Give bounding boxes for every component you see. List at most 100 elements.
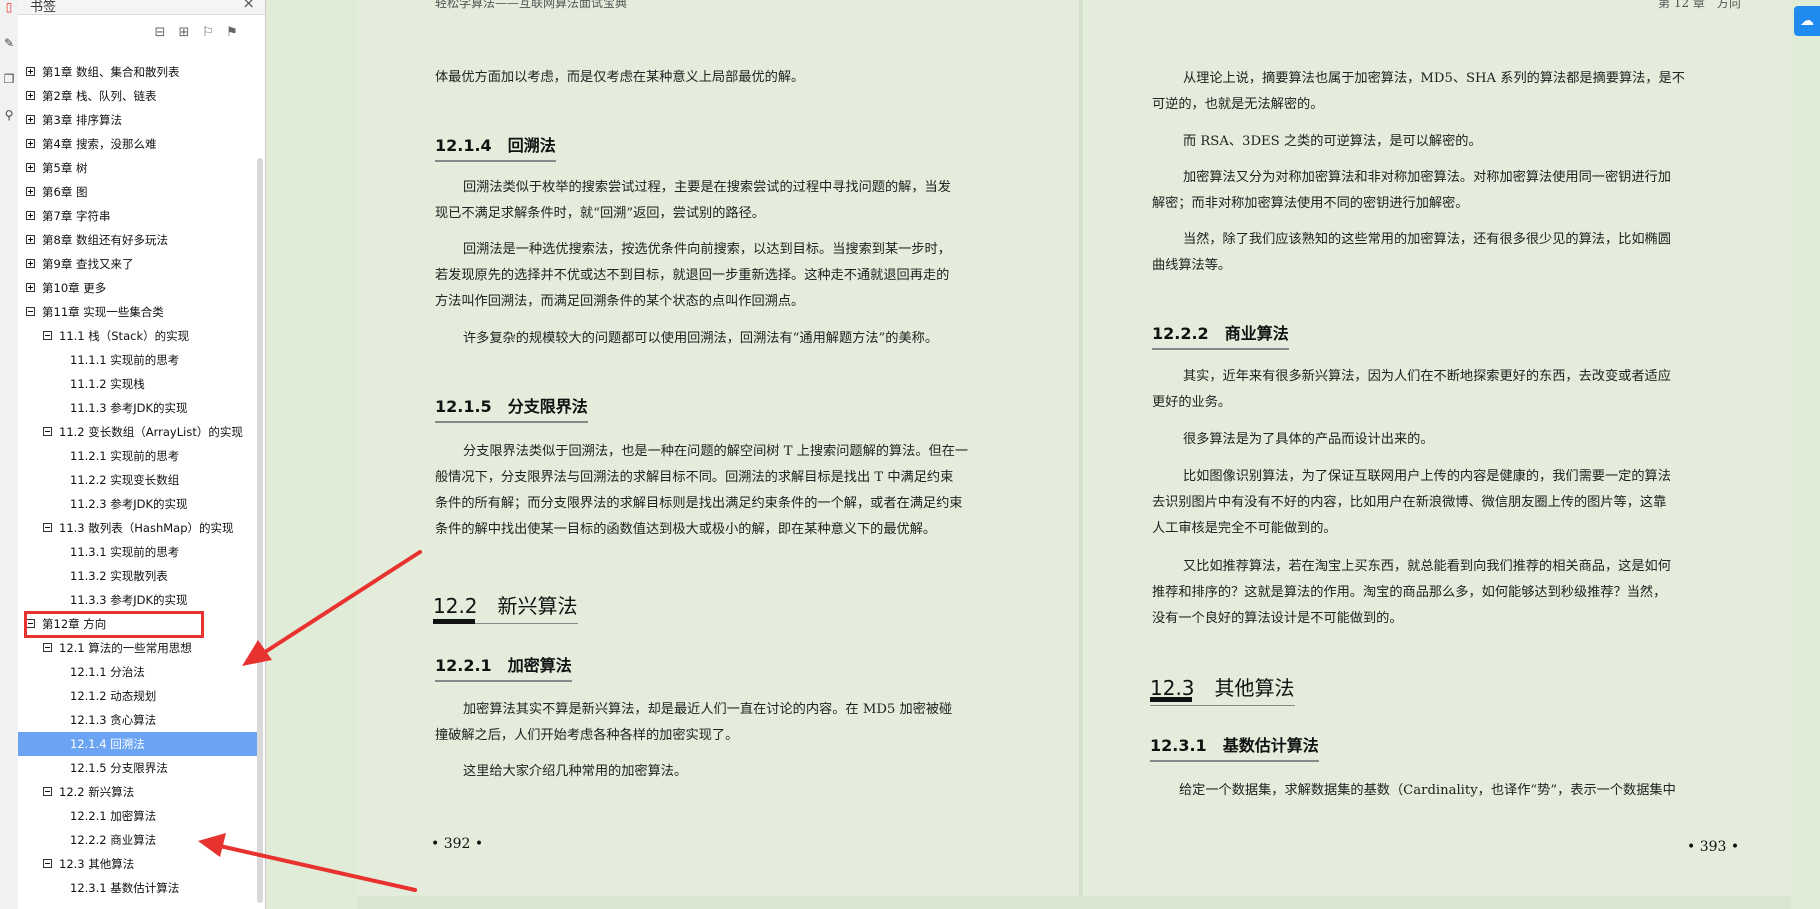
bookmark-item[interactable]: 12.1.3 贪心算法: [18, 708, 258, 732]
bookmark-item[interactable]: 11.2.3 参考JDK的实现: [18, 492, 258, 516]
bookmark-item[interactable]: 第4章 搜索，没那么难: [18, 132, 258, 156]
collapse-all-icon[interactable]: ⊟: [152, 25, 168, 41]
paragraph: 可逆的，也就是无法解密的。: [1152, 97, 1324, 112]
bookmark-item[interactable]: 第1章 数组、集合和散列表: [18, 60, 258, 84]
paragraph: 条件的所有解；而分支限界法的求解目标则是找出满足约束条件的一个解，或者在满足约束: [435, 496, 963, 511]
search-tool-icon[interactable]: ⚲: [2, 108, 16, 122]
bookmark-label: 12.2.1 加密算法: [70, 809, 157, 823]
bookmark-label: 11.1.2 实现栈: [70, 377, 145, 391]
expand-icon[interactable]: [26, 235, 35, 244]
bookmark-label: 第5章 树: [42, 161, 88, 175]
collapse-icon[interactable]: [43, 427, 52, 436]
expand-all-icon[interactable]: ⊞: [176, 25, 192, 41]
section-title-12-2-2: 12.2.2 商业算法: [1152, 320, 1289, 350]
paragraph: 这里给大家介绍几种常用的加密算法。: [463, 764, 688, 779]
paragraph: 没有一个良好的算法设计是不可能做到的。: [1152, 611, 1403, 626]
bookmark-item[interactable]: 11.1 栈（Stack）的实现: [18, 324, 258, 348]
bookmark-item[interactable]: 12.3.1 基数估计算法: [18, 876, 258, 900]
paragraph: 比如图像识别算法，为了保证互联网用户上传的内容是健康的，我们需要一定的算法: [1183, 469, 1671, 484]
paragraph: 推荐和排序的？这就是算法的作用。淘宝的商品那么多，如何能够达到秒级推荐？当然，: [1152, 585, 1667, 600]
page-number: • 392 •: [431, 836, 484, 852]
bookmark-label: 第6章 图: [42, 185, 88, 199]
bookmark-item[interactable]: 12.2.2 商业算法: [18, 828, 258, 852]
close-icon[interactable]: ×: [242, 0, 255, 12]
bookmark-item[interactable]: 11.1.1 实现前的思考: [18, 348, 258, 372]
bookmark-tool-icon[interactable]: ▯: [2, 0, 16, 14]
bookmark-item[interactable]: 第3章 排序算法: [18, 108, 258, 132]
bookmark-item[interactable]: 第6章 图: [18, 180, 258, 204]
bookmark-item[interactable]: 12.1.4 回溯法: [18, 732, 258, 756]
bookmark-item[interactable]: 11.1.3 参考JDK的实现: [18, 396, 258, 420]
expand-icon[interactable]: [26, 259, 35, 268]
bookmark-icon[interactable]: ⚑: [224, 25, 240, 41]
collapse-icon[interactable]: [43, 643, 52, 652]
expand-icon[interactable]: [26, 211, 35, 220]
expand-icon[interactable]: [26, 283, 35, 292]
bookmark-item[interactable]: 第11章 实现一些集合类: [18, 300, 258, 324]
pen-tool-icon[interactable]: ✎: [2, 36, 16, 50]
bookmark-item[interactable]: 11.3.1 实现前的思考: [18, 540, 258, 564]
bookmark-item[interactable]: 11.2.2 实现变长数组: [18, 468, 258, 492]
bookmark-item[interactable]: 12.1.1 分治法: [18, 660, 258, 684]
collapse-icon[interactable]: [43, 331, 52, 340]
cloud-sync-icon[interactable]: ☁: [1794, 6, 1820, 36]
expand-icon[interactable]: [26, 139, 35, 148]
bookmark-item[interactable]: 12.1 算法的一些常用思想: [18, 636, 258, 660]
bookmark-label: 第9章 查找又来了: [42, 257, 134, 271]
collapse-icon[interactable]: [43, 859, 52, 868]
bookmark-label: 12.2 新兴算法: [59, 785, 135, 799]
paragraph: 回溯法类似于枚举的搜索尝试过程，主要是在搜索尝试的过程中寻找问题的解，当发: [463, 180, 951, 195]
bookmark-item[interactable]: 12.2.1 加密算法: [18, 804, 258, 828]
bookmark-item[interactable]: 12.3 其他算法: [18, 852, 258, 876]
expand-icon[interactable]: [26, 163, 35, 172]
bookmark-item[interactable]: 11.3 散列表（HashMap）的实现: [18, 516, 258, 540]
bookmark-item[interactable]: 11.2.1 实现前的思考: [18, 444, 258, 468]
bookmark-item[interactable]: 第7章 字符串: [18, 204, 258, 228]
bookmark-label: 第10章 更多: [42, 281, 107, 295]
expand-icon[interactable]: [26, 115, 35, 124]
bookmark-item[interactable]: 11.3.3 参考JDK的实现: [18, 588, 258, 612]
expand-icon[interactable]: [26, 91, 35, 100]
bookmark-label: 11.2 变长数组（ArrayList）的实现: [59, 425, 243, 439]
bookmark-item[interactable]: 第10章 更多: [18, 276, 258, 300]
bookmark-item[interactable]: 12.1.5 分支限界法: [18, 756, 258, 780]
bookmark-item[interactable]: 12.2 新兴算法: [18, 780, 258, 804]
expand-icon[interactable]: [26, 67, 35, 76]
paragraph: 许多复杂的规模较大的问题都可以使用回溯法，回溯法有“通用解题方法”的美称。: [463, 331, 939, 346]
bookmark-item[interactable]: 第2章 栈、队列、链表: [18, 84, 258, 108]
bookmark-item[interactable]: 11.3.2 实现散列表: [18, 564, 258, 588]
collapse-icon[interactable]: [43, 523, 52, 532]
bookmark-label: 第2章 栈、队列、链表: [42, 89, 157, 103]
bookmark-item[interactable]: 11.1.2 实现栈: [18, 372, 258, 396]
copy-tool-icon[interactable]: ❐: [2, 72, 16, 86]
section-title-12-1-5: 12.1.5 分支限界法: [435, 393, 588, 423]
collapse-icon[interactable]: [43, 787, 52, 796]
bookmark-label: 11.2.1 实现前的思考: [70, 449, 180, 463]
paragraph: 回溯法是一种选优搜索法，按选优条件向前搜索，以达到目标。当搜索到某一步时，: [463, 242, 951, 257]
paragraph: 更好的业务。: [1152, 395, 1232, 410]
bookmark-label: 12.1 算法的一些常用思想: [59, 641, 192, 655]
paragraph: 而 RSA、3DES 之类的可逆算法，是可以解密的。: [1183, 134, 1482, 149]
paragraph: 当然，除了我们应该熟知的这些常用的加密算法，还有很多很少见的算法，比如椭圆: [1183, 232, 1671, 247]
bookmark-label: 第4章 搜索，没那么难: [42, 137, 157, 151]
collapse-icon[interactable]: [26, 307, 35, 316]
page-number: • 393 •: [1687, 839, 1740, 855]
panel-title: 书签: [30, 0, 57, 15]
bookmark-item[interactable]: 第8章 数组还有好多玩法: [18, 228, 258, 252]
paragraph: 从理论上说，摘要算法也属于加密算法，MD5、SHA 系列的算法都是摘要算法，是不: [1183, 71, 1685, 86]
bookmark-label: 12.1.3 贪心算法: [70, 713, 157, 727]
bookmark-item[interactable]: 11.2 变长数组（ArrayList）的实现: [18, 420, 258, 444]
right-page: 第 12 章 方向 从理论上说，摘要算法也属于加密算法，MD5、SHA 系列的算…: [1083, 0, 1791, 909]
tool-strip: ▯ ✎ ❐ ⚲: [0, 0, 19, 909]
chapter-title-bar: [433, 619, 475, 624]
bookmark-item[interactable]: 12.1.2 动态规划: [18, 684, 258, 708]
bookmark-item[interactable]: 第9章 查找又来了: [18, 252, 258, 276]
section-title-12-2-1: 12.2.1 加密算法: [435, 652, 572, 682]
expand-icon[interactable]: [26, 187, 35, 196]
add-bookmark-icon[interactable]: ⚐: [200, 25, 216, 41]
paragraph: 现已不满足求解条件时，就“回溯”返回，尝试别的路径。: [435, 206, 765, 221]
bookmark-item[interactable]: 第5章 树: [18, 156, 258, 180]
bookmark-label: 第11章 实现一些集合类: [42, 305, 164, 319]
panel-scrollbar[interactable]: [257, 158, 263, 903]
paragraph: 很多算法是为了具体的产品而设计出来的。: [1183, 432, 1434, 447]
